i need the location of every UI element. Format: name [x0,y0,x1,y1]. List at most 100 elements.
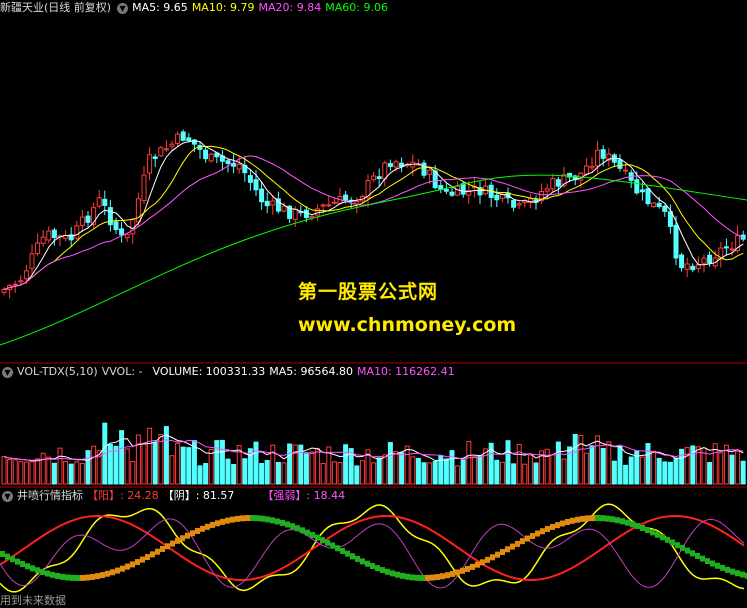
volume-bar [23,461,29,485]
indicator-step-block [85,574,90,581]
volume-bar [371,462,377,485]
candle-body [427,169,433,175]
volume-bar [656,457,662,485]
indicator-step-block [45,570,50,577]
candle-body [320,204,326,207]
candle-body [315,208,321,216]
candle-body [203,149,209,160]
indicator-step-block [685,547,690,554]
indicator-step-block [40,568,45,575]
volume-bar [287,443,293,485]
candle-body [169,143,175,147]
volume-bar [225,458,231,485]
volume-bar [46,456,52,485]
indicator-step-block [535,530,540,537]
candle-body [40,236,46,244]
volume-bar [63,460,69,485]
volume-bar [292,444,298,485]
price-header: 新疆天业(日线 前复权) ▼ MA5: 9.65 MA10: 9.79 MA20: 9.… [0,0,392,16]
indicator-step-block [560,520,565,527]
indicator-step-block [470,563,475,570]
volume-bar [7,458,13,485]
indicator-step-block [465,565,470,572]
volume-bar [421,462,427,485]
candle-body [639,189,645,193]
volume-bar [130,461,136,485]
indicator-step-block [305,529,310,536]
indicator-step-block [375,565,380,572]
volume-bar [147,427,153,485]
ma10-label: MA10: 9.79 [191,1,255,14]
volume-bar [483,448,489,485]
candle-body [589,166,595,169]
candle-body [12,283,18,286]
indicator-step-block [250,515,255,522]
volume-bar [623,464,629,485]
volume-bar [516,444,522,485]
vvol-label: VVOL: - [101,365,143,378]
volume-bar [443,458,449,485]
indicator-step-block [645,527,650,534]
volume-bar [231,463,237,485]
volume-bar [740,460,746,485]
indicator-step-block [265,516,270,523]
volume-bar [264,459,270,485]
volume-bar [404,445,410,485]
volume-bar [578,435,584,485]
volume-bar [527,454,533,485]
indicator-step-block [105,570,110,577]
volume-bar [561,458,567,485]
candle-body [460,183,466,195]
candle-body [147,154,153,174]
volume-bar [393,451,399,485]
candle-body [35,242,41,255]
candle-body [225,160,231,164]
indicator-step-block [220,518,225,525]
dropdown-icon[interactable]: ▼ [117,2,129,14]
indicator-step-block [575,516,580,523]
ma5-line [3,140,744,290]
indicator-step-block [145,554,150,561]
volume-bar [315,447,321,485]
volume-bar [449,450,455,485]
dropdown-icon[interactable]: ▼ [2,490,13,502]
indicator-step-block [670,539,675,546]
vol-indicator-name[interactable]: VOL-TDX(5,10) [17,365,98,378]
indicator-step-block [315,534,320,541]
indicator-step-block [140,556,145,563]
dropdown-icon[interactable]: ▼ [2,366,13,378]
vol-ma5-label: MA5: 96564.80 [269,365,353,378]
volume-bar [522,463,528,485]
volume-bar [645,443,651,485]
volume-bar [141,443,147,485]
indicator-step-block [325,539,330,546]
volume-bar [718,452,724,485]
indicator-step-block [705,558,710,565]
indicator-name[interactable]: 井喷行情指标 [17,489,83,502]
indicator-step-block [500,549,505,556]
candle-body [152,156,158,160]
indicator-step-block [490,554,495,561]
indicator-step-block [70,574,75,581]
candle-body [690,265,696,271]
volume-bar [477,455,483,485]
candle-body [382,162,388,180]
indicator-step-block [175,537,180,544]
indicator-step-block [530,532,535,539]
watermark-url: www.chnmoney.com [298,314,517,336]
watermark-title: 第一股票公式网 [298,281,439,303]
candle-body [1,288,7,293]
candle-body [281,205,287,212]
volume-bars [1,422,746,485]
yang-label: 【阳】: 24.28 [87,489,159,502]
indicator-step-block [650,529,655,536]
indicator-step-block [695,553,700,560]
stock-title[interactable]: 新疆天业(日线 前复权) [0,1,111,14]
volume-bar [729,454,735,485]
indicator-step-block [365,560,370,567]
candle-body [707,254,713,264]
indicator-step-block [50,571,55,578]
candle-body [376,176,382,179]
indicator-step-block [665,536,670,543]
indicator-step-block [420,574,425,581]
